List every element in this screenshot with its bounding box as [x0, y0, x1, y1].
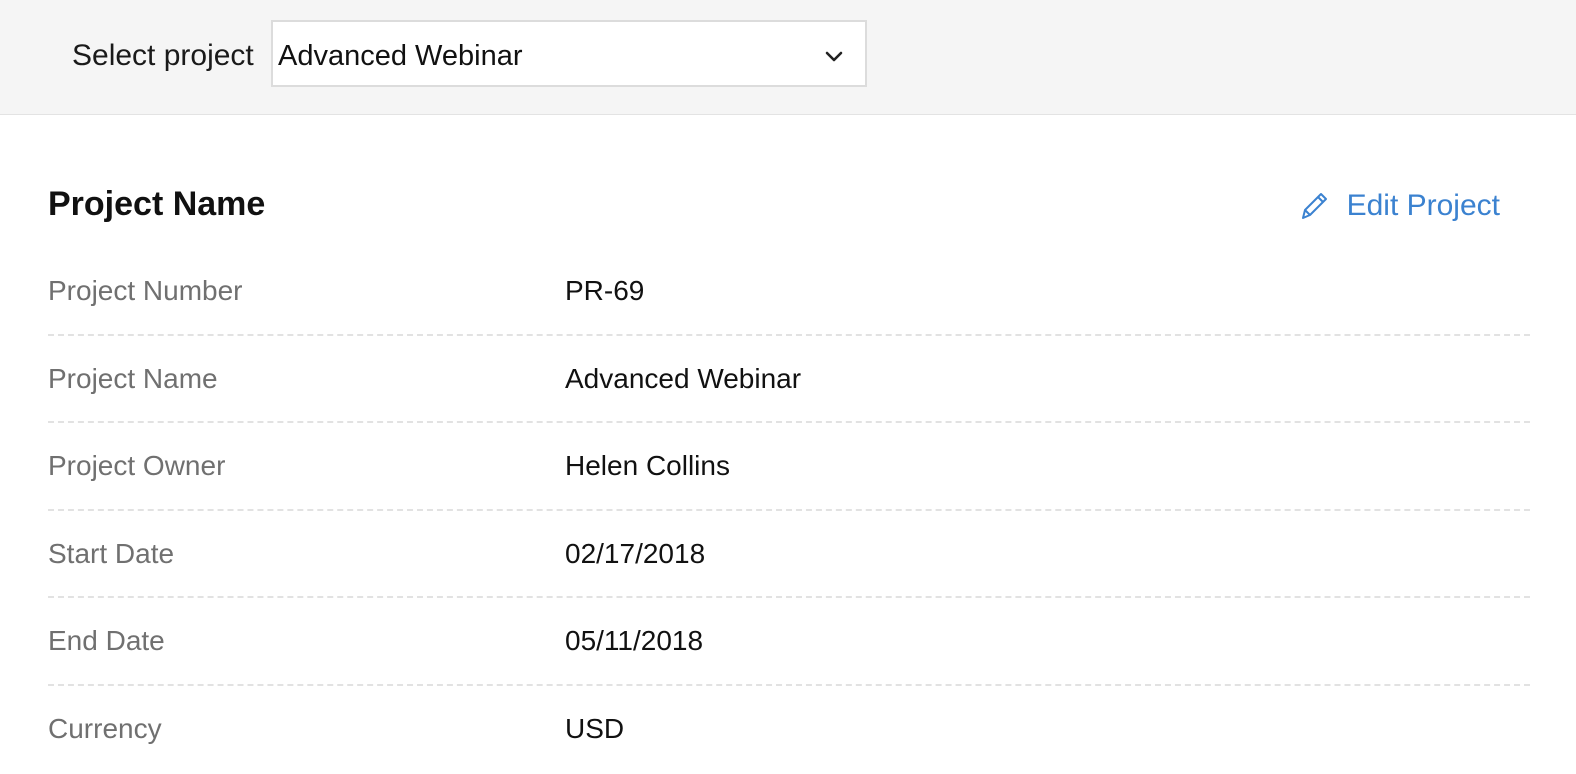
detail-label: Start Date — [48, 537, 175, 569]
detail-row-project-name: Project Name Advanced Webinar — [48, 336, 1530, 423]
project-selector-bar: Select project Advanced Webinar — [0, 0, 1576, 115]
detail-label: Project Owner — [48, 450, 226, 481]
project-select[interactable]: Advanced Webinar — [271, 20, 867, 87]
detail-row-start-date: Start Date 02/17/2018 — [48, 511, 1530, 598]
detail-label: Currency — [48, 712, 162, 744]
detail-value: 05/11/2018 — [565, 625, 704, 656]
detail-row-currency: Currency USD — [48, 686, 1530, 774]
detail-row-project-number: Project Number PR-69 — [48, 248, 1530, 336]
pencil-icon — [1301, 193, 1327, 219]
detail-value: Advanced Webinar — [565, 362, 802, 394]
project-details-list: Project Number PR-69 Project Name Advanc… — [48, 248, 1530, 773]
detail-label: Project Number — [48, 275, 243, 306]
edit-project-label: Edit Project — [1346, 189, 1500, 222]
detail-value: 02/17/2018 — [565, 537, 706, 569]
detail-value: Helen Collins — [565, 450, 730, 481]
detail-value: PR-69 — [565, 275, 645, 306]
select-project-label: Select project — [72, 39, 254, 72]
detail-row-project-owner: Project Owner Helen Collins — [48, 423, 1530, 511]
detail-value: USD — [565, 712, 625, 744]
chevron-down-icon — [825, 51, 843, 62]
edit-project-button[interactable]: Edit Project — [1299, 186, 1500, 226]
detail-label: Project Name — [48, 362, 218, 394]
project-select-value: Advanced Webinar — [278, 40, 523, 72]
detail-label: End Date — [48, 625, 165, 656]
section-title: Project Name — [48, 185, 266, 223]
detail-row-end-date: End Date 05/11/2018 — [48, 598, 1530, 686]
